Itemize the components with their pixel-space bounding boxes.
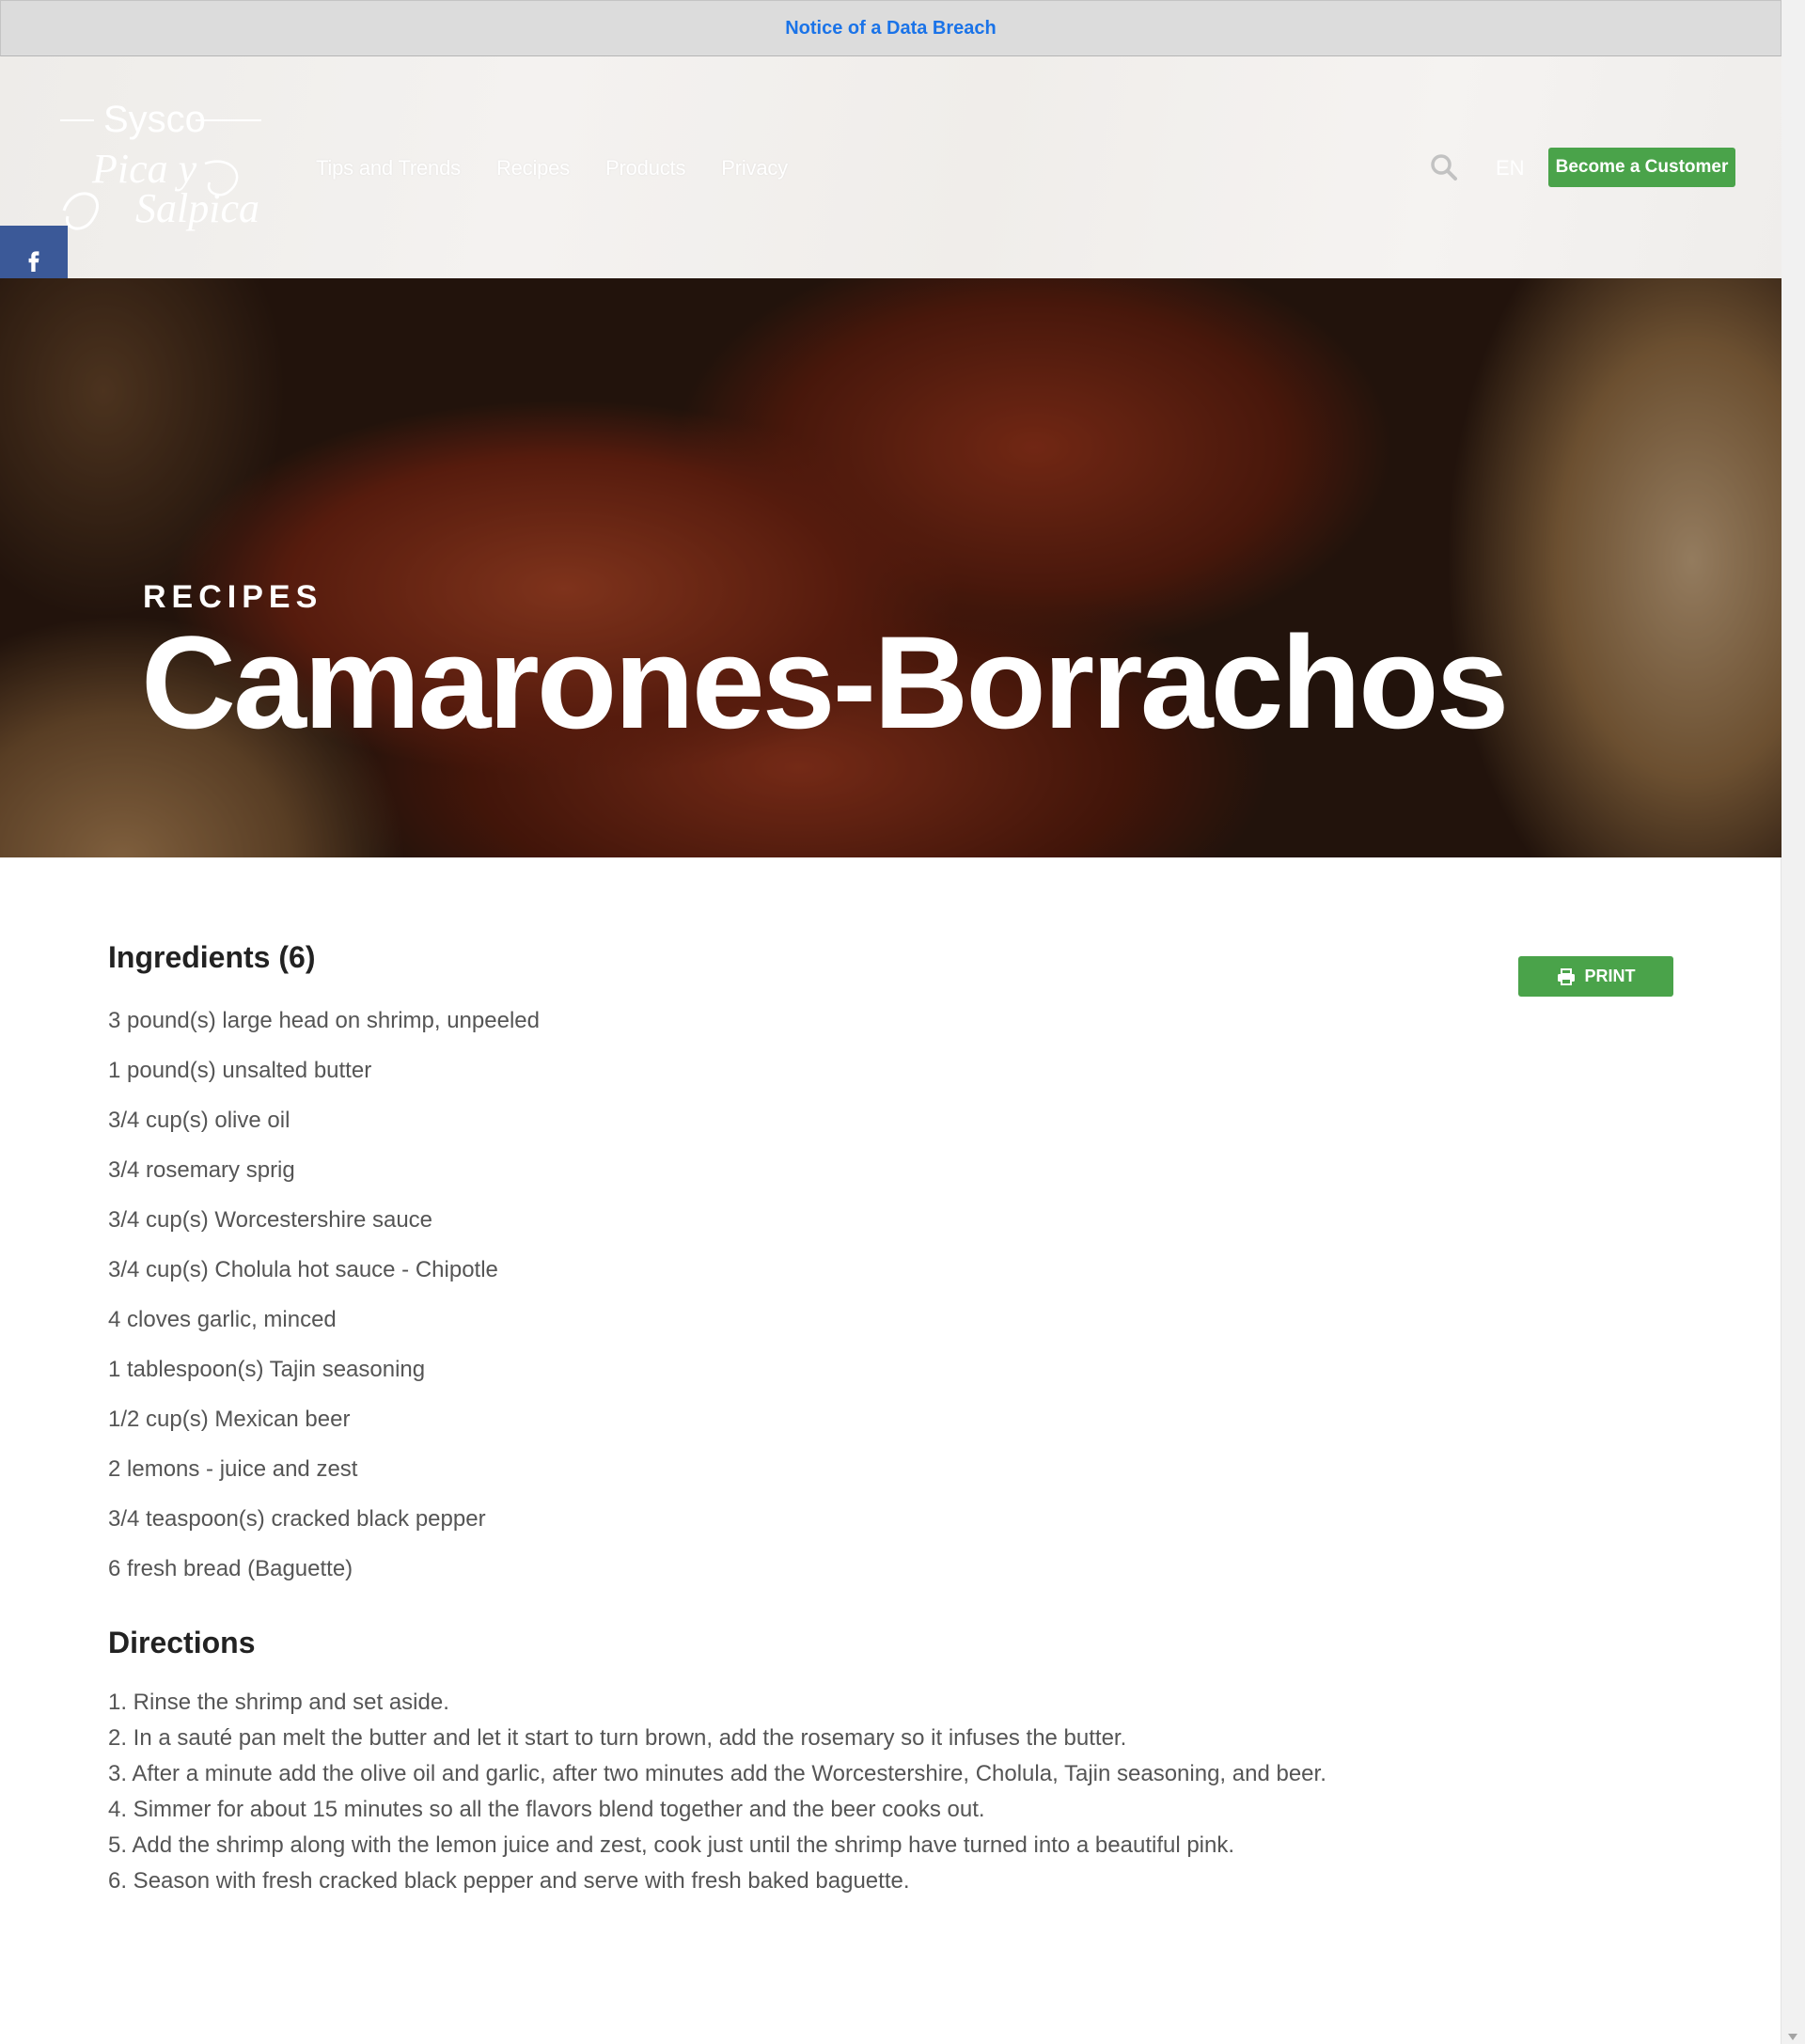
ingredient-item: 3/4 rosemary sprig (108, 1157, 295, 1183)
scroll-down-arrow[interactable] (1788, 2034, 1797, 2040)
ingredient-item: 1/2 cup(s) Mexican beer (108, 1407, 351, 1432)
nav-recipes[interactable]: Recipes (496, 156, 570, 181)
directions-heading: Directions (108, 1626, 256, 1659)
ingredient-item: 1 pound(s) unsalted butter (108, 1058, 372, 1083)
facebook-icon (28, 251, 39, 272)
print-button-label: PRINT (1584, 967, 1636, 985)
nav-products[interactable]: Products (605, 156, 685, 181)
become-a-customer-button[interactable]: Become a Customer (1548, 148, 1735, 187)
data-breach-notice-link[interactable]: Notice of a Data Breach (785, 18, 997, 39)
language-selector[interactable]: EN (1496, 156, 1525, 181)
ingredients-heading: Ingredients (6) (108, 940, 316, 974)
direction-step: 1. Rinse the shrimp and set aside. (108, 1690, 449, 1715)
printer-icon (1557, 967, 1575, 985)
nav-tips-and-trends[interactable]: Tips and Trends (316, 156, 461, 181)
site-header: Sysco Pica y Salpica Tips and Trends Rec… (0, 56, 1781, 278)
ingredient-item: 3/4 cup(s) Cholula hot sauce - Chipotle (108, 1257, 498, 1282)
ingredient-item: 1 tablespoon(s) Tajin seasoning (108, 1357, 426, 1382)
ingredient-item: 6 fresh bread (Baguette) (108, 1556, 353, 1581)
ingredient-item: 3 pound(s) large head on shrimp, unpeele… (108, 1008, 540, 1033)
main-nav: Tips and Trends Recipes Products Privacy (316, 156, 788, 181)
direction-step: 2. In a sauté pan melt the butter and le… (108, 1725, 1127, 1751)
direction-step: 3. After a minute add the olive oil and … (108, 1761, 1326, 1786)
direction-step: 4. Simmer for about 15 minutes so all th… (108, 1797, 985, 1822)
notice-bar: Notice of a Data Breach (0, 0, 1781, 56)
direction-step: 6. Season with fresh cracked black peppe… (108, 1868, 910, 1894)
page-scrollbar[interactable] (1781, 0, 1805, 2044)
logo-brand-text: Sysco (103, 99, 206, 140)
page-title: Camarones-Borrachos (141, 608, 1509, 756)
ingredient-item: 3/4 cup(s) olive oil (108, 1108, 290, 1133)
ingredient-item: 2 lemons - juice and zest (108, 1456, 358, 1482)
hero-overlay (0, 278, 1781, 857)
ingredient-item: 3/4 teaspoon(s) cracked black pepper (108, 1506, 486, 1532)
ingredient-item: 4 cloves garlic, minced (108, 1307, 337, 1332)
hero-banner: RECIPES Camarones-Borrachos (0, 278, 1781, 857)
logo-line2-text: Salpica (135, 185, 259, 231)
ingredients-list: 3 pound(s) large head on shrimp, unpeele… (108, 996, 1674, 1594)
search-icon[interactable] (1429, 152, 1459, 182)
nav-privacy[interactable]: Privacy (721, 156, 788, 181)
sysco-pica-y-salpica-logo[interactable]: Sysco Pica y Salpica (55, 98, 271, 239)
direction-step: 5. Add the shrimp along with the lemon j… (108, 1832, 1235, 1858)
directions-list: 1. Rinse the shrimp and set aside. 2. In… (108, 1685, 1674, 1899)
recipe-content: Ingredients (6) PRINT 3 pound(s) large h… (108, 940, 1674, 1899)
ingredient-item: 3/4 cup(s) Worcestershire sauce (108, 1207, 433, 1233)
print-button[interactable]: PRINT (1518, 956, 1673, 997)
logo-graphic: Sysco Pica y Salpica (60, 99, 261, 231)
